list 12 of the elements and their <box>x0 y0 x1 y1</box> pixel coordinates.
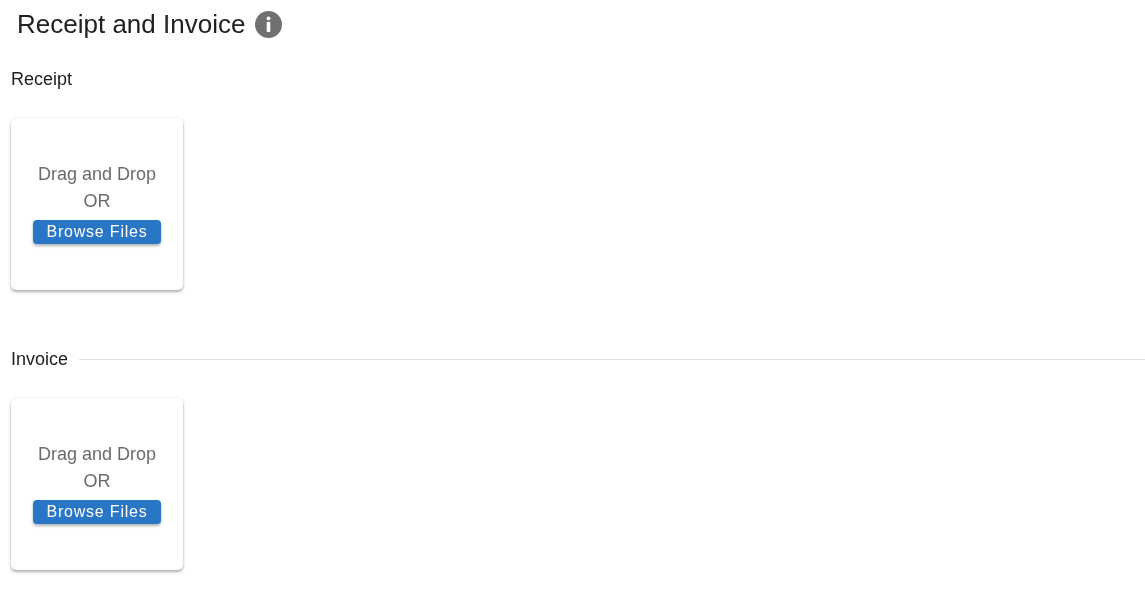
or-text: OR <box>83 191 111 212</box>
section-label: Receipt <box>11 68 73 90</box>
drop-prompt: Drag and Drop <box>37 444 157 465</box>
browse-files-button[interactable]: Browse Files <box>33 220 161 244</box>
section-label: Invoice <box>11 348 69 370</box>
info-icon[interactable] <box>255 10 283 38</box>
or-text: OR <box>83 471 111 492</box>
upload-card[interactable]: Drag and Drop OR Browse Files <box>11 398 183 570</box>
drop-prompt: Drag and Drop <box>37 164 157 185</box>
browse-files-button[interactable]: Browse Files <box>33 500 161 524</box>
page-title: Receipt and Invoice <box>17 8 246 40</box>
upload-card[interactable]: Drag and Drop OR Browse Files <box>11 118 183 290</box>
